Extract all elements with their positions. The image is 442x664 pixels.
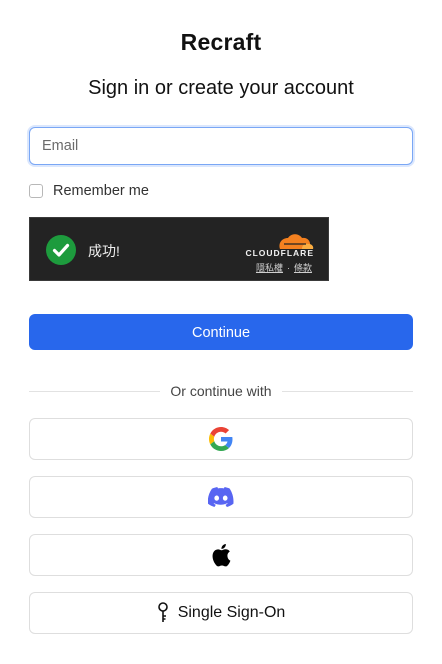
success-check-icon	[46, 235, 76, 265]
link-separator: ·	[286, 263, 290, 273]
google-signin-button[interactable]	[29, 418, 413, 460]
divider-line-right	[281, 390, 414, 392]
page-subtitle: Sign in or create your account	[88, 77, 354, 99]
google-icon	[209, 427, 233, 451]
cloudflare-wordmark: CLOUDFLARE	[245, 248, 314, 258]
terms-link[interactable]: 條款	[294, 263, 312, 273]
sso-signin-button[interactable]: Single Sign-On	[29, 592, 413, 634]
remember-me-checkbox[interactable]	[29, 184, 43, 198]
key-icon	[157, 602, 168, 622]
apple-icon	[212, 544, 231, 567]
social-divider: Or continue with	[29, 381, 414, 401]
sso-label: Single Sign-On	[177, 604, 286, 621]
apple-signin-button[interactable]	[29, 534, 413, 576]
cloudflare-captcha-widget: 成功! CLOUDFLARE 隱私權 · 條款	[29, 217, 329, 281]
discord-signin-button[interactable]	[29, 476, 413, 518]
discord-icon	[208, 487, 234, 507]
app-title: Recraft	[180, 29, 262, 55]
captcha-status-text: 成功!	[88, 243, 120, 259]
divider-line-left	[29, 390, 161, 392]
remember-me-row[interactable]: Remember me	[29, 181, 149, 201]
continue-button[interactable]: Continue	[29, 314, 413, 350]
email-input[interactable]	[29, 127, 413, 165]
captcha-links: 隱私權 · 條款	[256, 261, 312, 274]
privacy-link[interactable]: 隱私權	[256, 263, 283, 273]
divider-text: Or continue with	[170, 383, 272, 399]
remember-me-label[interactable]: Remember me	[53, 183, 149, 199]
